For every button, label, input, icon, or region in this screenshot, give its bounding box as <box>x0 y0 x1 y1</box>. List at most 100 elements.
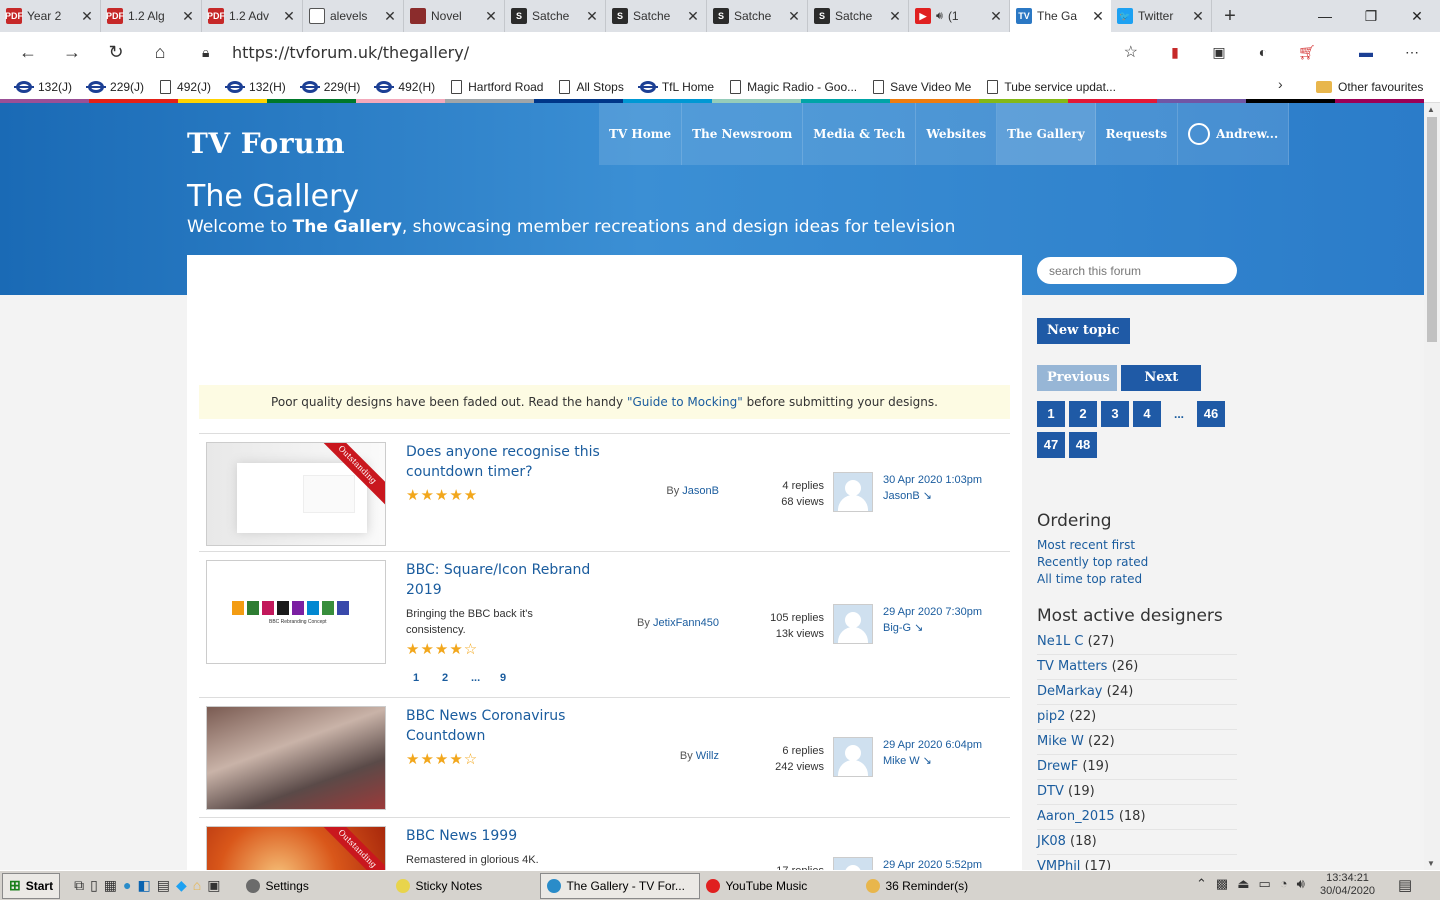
designer-link[interactable]: Mike W <box>1037 734 1084 749</box>
favourite-item[interactable]: 492(J) <box>152 75 219 99</box>
notepad-icon[interactable]: ▤ <box>157 877 170 894</box>
designer-link[interactable]: DTV <box>1037 784 1064 799</box>
designer-link[interactable]: DeMarkay <box>1037 684 1103 699</box>
restore-button[interactable]: ❐ <box>1348 0 1394 32</box>
designer-link[interactable]: pip2 <box>1037 709 1065 724</box>
nav-item[interactable]: The Gallery <box>997 103 1096 165</box>
close-tab-icon[interactable]: ✕ <box>484 8 498 25</box>
topic-thumbnail[interactable]: Outstanding <box>206 826 386 870</box>
favourite-item[interactable]: 229(H) <box>294 75 369 99</box>
minimize-button[interactable]: — <box>1302 0 1348 32</box>
usb-icon[interactable]: ⏏ <box>1237 876 1249 892</box>
page-number[interactable]: 47 <box>1037 432 1065 458</box>
scroll-down-icon[interactable]: ▼ <box>1427 859 1435 868</box>
topic-title-link[interactable]: BBC News Coronavirus Countdown <box>406 706 606 746</box>
taskbar-item[interactable]: YouTube Music <box>700 873 860 899</box>
page-number[interactable]: 2 <box>1069 401 1097 427</box>
taskbar-item[interactable]: The Gallery - TV For... <box>540 872 701 899</box>
author-link[interactable]: JetixFann450 <box>653 617 719 629</box>
refresh-icon[interactable]: ↻ <box>94 34 138 70</box>
network-status-icon[interactable]: ▩ <box>1216 876 1228 892</box>
home-app-icon[interactable]: ⌂ <box>193 877 201 894</box>
volume-icon[interactable]: 🔊︎ <box>936 10 943 23</box>
favourite-item[interactable]: Tube service updat... <box>979 75 1124 99</box>
clock[interactable]: 13:34:21 30/04/2020 <box>1320 872 1375 898</box>
favourite-item[interactable]: Save Video Me <box>865 75 979 99</box>
url-text[interactable]: https://tvforum.uk/thegallery/ <box>232 43 469 62</box>
last-user-name[interactable]: Big-G <box>883 622 911 634</box>
browser-tab[interactable]: 🐦 Twitter ✕ <box>1111 0 1212 32</box>
close-tab-icon[interactable]: ✕ <box>989 8 1003 25</box>
last-post-user[interactable]: JasonB ↘ <box>883 488 932 504</box>
nav-item[interactable]: The Newsroom <box>682 103 804 165</box>
close-tab-icon[interactable]: ✕ <box>383 8 397 25</box>
page-scrollbar[interactable]: ▲ ▼ <box>1424 103 1440 870</box>
jump-to-post-icon[interactable]: ↘ <box>923 755 932 767</box>
jump-to-post-icon[interactable]: ↘ <box>923 490 932 502</box>
topic-thumbnail[interactable] <box>206 706 386 810</box>
close-tab-icon[interactable]: ✕ <box>282 8 296 25</box>
last-post-date[interactable]: 29 Apr 2020 7:30pm <box>883 604 982 620</box>
topic-page-link[interactable]: 2 <box>442 672 448 684</box>
scroll-up-icon[interactable]: ▲ <box>1427 105 1435 114</box>
close-tab-icon[interactable]: ✕ <box>787 8 801 25</box>
wifi-icon[interactable]: ◔ <box>1280 876 1288 892</box>
more-menu-icon[interactable]: ⋯ <box>1400 40 1424 64</box>
jump-to-post-icon[interactable]: ↘ <box>914 622 923 634</box>
search-input[interactable]: search this forum <box>1037 257 1237 284</box>
profile-extension-icon[interactable]: ▬ <box>1354 40 1378 64</box>
control-panel-icon[interactable]: ▦ <box>104 877 117 894</box>
browser-tab[interactable]: TV The Ga ✕ <box>1010 0 1111 32</box>
browser-tab[interactable]: S Satche ✕ <box>808 0 909 32</box>
site-logo[interactable]: TV Forum <box>187 127 345 160</box>
notifications-icon[interactable]: ▤ <box>1398 876 1412 894</box>
taskbar-item[interactable]: Sticky Notes <box>390 873 540 899</box>
last-post-date[interactable]: 30 Apr 2020 1:03pm <box>883 472 982 488</box>
forward-icon[interactable]: → <box>50 34 94 70</box>
favourite-item[interactable]: TfL Home <box>632 75 722 99</box>
remote-desktop-icon[interactable]: ▣ <box>207 877 220 894</box>
designer-link[interactable]: TV Matters <box>1037 659 1107 674</box>
close-tab-icon[interactable]: ✕ <box>686 8 700 25</box>
picture-in-picture-icon[interactable]: ▣ <box>1207 40 1231 64</box>
new-topic-button[interactable]: New topic <box>1037 318 1130 344</box>
close-tab-icon[interactable]: ✕ <box>585 8 599 25</box>
previous-button[interactable]: Previous <box>1037 365 1117 391</box>
last-post-user[interactable]: Mike W ↘ <box>883 753 932 769</box>
designer-link[interactable]: JK08 <box>1037 834 1066 849</box>
favourite-item[interactable]: Magic Radio - Goo... <box>722 75 865 99</box>
page-number[interactable]: 1 <box>1037 401 1065 427</box>
avatar[interactable] <box>833 472 873 512</box>
page-number[interactable]: 48 <box>1069 432 1097 458</box>
new-tab-icon[interactable]: + <box>1212 0 1248 32</box>
chevron-right-icon[interactable]: › <box>1278 76 1283 92</box>
page-number[interactable]: 4 <box>1133 401 1161 427</box>
page-number[interactable]: 46 <box>1197 401 1225 427</box>
browser-tab[interactable]: S Satche ✕ <box>707 0 808 32</box>
next-button[interactable]: Next <box>1121 365 1202 391</box>
favourite-item[interactable]: 229(J) <box>80 75 152 99</box>
browser-tab[interactable]: PDF Year 2 ✕ <box>0 0 101 32</box>
bookmark-extension-icon[interactable]: ▮ <box>1163 40 1187 64</box>
designer-link[interactable]: Ne1L C <box>1037 634 1083 649</box>
close-tab-icon[interactable]: ✕ <box>80 8 94 25</box>
browser-tab[interactable]: S Satche ✕ <box>606 0 707 32</box>
close-tab-icon[interactable]: ✕ <box>181 8 195 25</box>
browser-tab[interactable]: PDF 1.2 Adv ✕ <box>202 0 303 32</box>
nav-item[interactable]: Andrew... <box>1178 103 1290 165</box>
favourite-star-icon[interactable]: ☆ <box>1124 42 1138 62</box>
browser-tab[interactable]: PDF 1.2 Alg ✕ <box>101 0 202 32</box>
task-view-icon[interactable]: ⧉ <box>74 877 84 894</box>
favourite-item[interactable]: Hartford Road <box>443 75 551 99</box>
outlook-icon[interactable]: ◧ <box>138 877 151 894</box>
taskbar-item[interactable]: 36 Reminder(s) <box>860 873 1010 899</box>
nav-item[interactable]: TV Home <box>599 103 683 165</box>
author-link[interactable]: Willz <box>696 750 719 762</box>
topic-thumbnail[interactable]: Outstanding <box>206 442 386 546</box>
designer-link[interactable]: DrewF <box>1037 759 1078 774</box>
close-tab-icon[interactable]: ✕ <box>1091 8 1105 25</box>
nav-item[interactable]: Media & Tech <box>803 103 917 165</box>
taskbar-item[interactable]: Settings <box>240 873 390 899</box>
topic-title-link[interactable]: BBC News 1999 <box>406 826 606 846</box>
last-user-name[interactable]: JasonB <box>883 490 920 502</box>
